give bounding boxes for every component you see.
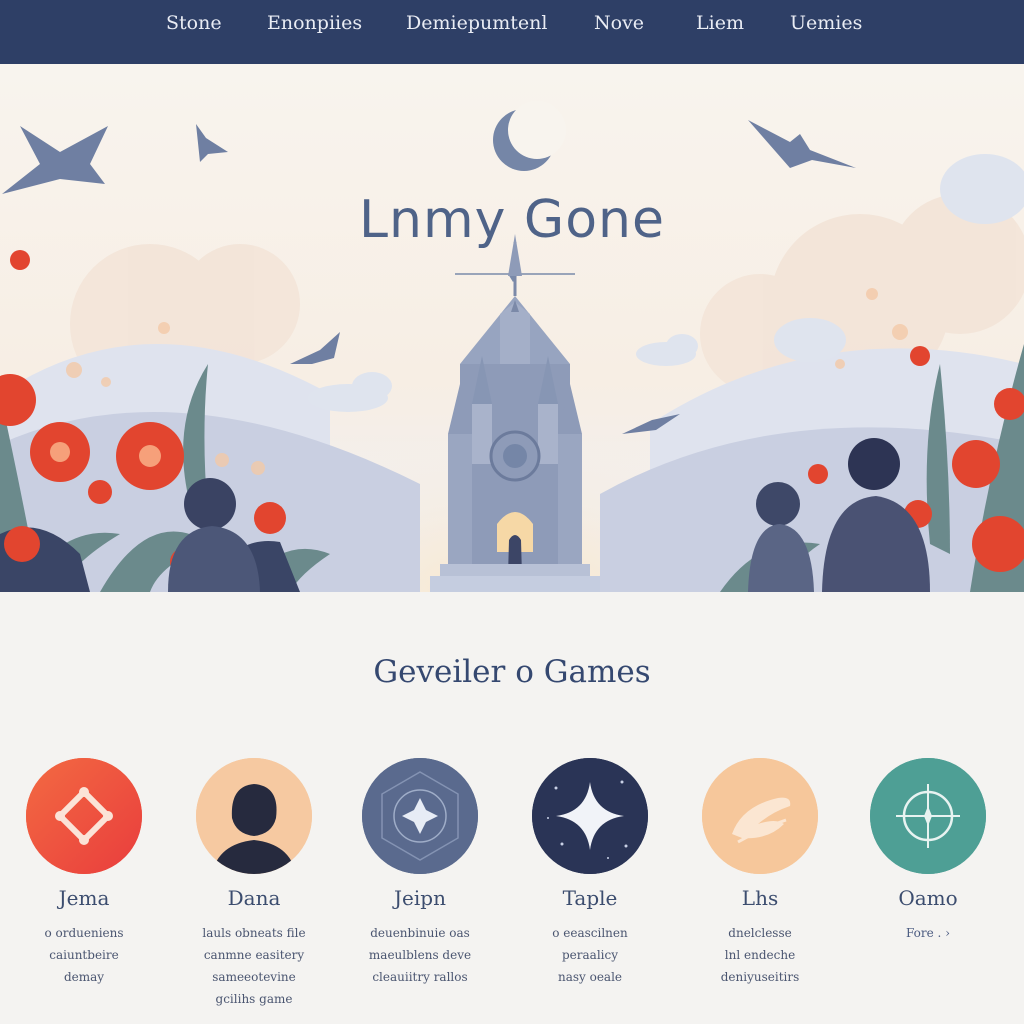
game-avatar <box>870 758 986 874</box>
chevron-right-icon[interactable]: › <box>945 926 950 940</box>
game-avatar <box>196 758 312 874</box>
more-link[interactable]: Fore . <box>906 926 941 940</box>
game-avatar <box>26 758 142 874</box>
section-title: Geveiler o Games <box>373 654 651 690</box>
game-card-jema[interactable]: Jema o ordueniens caiuntbeire demay <box>0 758 168 1018</box>
compass-crosshair-icon <box>870 758 986 874</box>
game-card-taple[interactable]: Taple o eeascilnen peraalicy nasy oeale <box>504 758 674 1018</box>
game-name: Jema <box>58 886 110 910</box>
top-navigation-bar: Stone Enonpiies Demiepumtenl Nove Liem U… <box>0 0 1024 64</box>
diamond-emblem-icon <box>26 758 142 874</box>
game-description: o ordueniens caiuntbeire demay <box>44 926 124 984</box>
game-avatar <box>362 758 478 874</box>
nav-item-uemies[interactable]: Uemies <box>790 10 862 36</box>
nav-item-liem[interactable]: Liem <box>696 10 744 36</box>
feather-wing-icon <box>702 758 818 874</box>
star-crystal-icon <box>362 758 478 874</box>
game-name: Taple <box>562 886 618 910</box>
nav-item-nove[interactable]: Nove <box>594 10 644 36</box>
game-description: Fore . › <box>842 922 1014 944</box>
hero-banner: Lnmy Gone <box>0 64 1024 592</box>
nav-item-demiepumtenl[interactable]: Demiepumtenl <box>406 10 547 36</box>
game-card-lhs[interactable]: Lhs dnelclesse lnl endeche deniyuseitirs <box>674 758 844 1018</box>
game-avatar <box>702 758 818 874</box>
game-card-jeipn[interactable]: Jeipn deuenbinuie oas maeulblens deve cl… <box>334 758 504 1018</box>
game-card-oamo[interactable]: Oamo Fore . › <box>842 758 1012 1018</box>
game-description: dnelclesse lnl endeche deniyuseitirs <box>720 926 800 984</box>
game-description: lauls obneats file canmne easitery samee… <box>202 926 306 1006</box>
game-name: Lhs <box>741 886 779 910</box>
game-name: Dana <box>227 886 281 910</box>
nav-item-stone[interactable]: Stone <box>166 10 222 36</box>
game-description: deuenbinuie oas maeulblens deve cleauiit… <box>368 926 472 984</box>
game-card-dana[interactable]: Dana lauls obneats file canmne easitery … <box>168 758 338 1018</box>
person-silhouette-icon <box>196 758 312 874</box>
hero-illustration <box>0 64 1024 592</box>
game-name: Oamo <box>898 886 958 910</box>
hero-title: Lnmy Gone <box>359 190 665 250</box>
sparkle-star-icon <box>532 758 648 874</box>
game-name: Jeipn <box>394 886 446 910</box>
game-avatar <box>532 758 648 874</box>
nav-item-enonpiies[interactable]: Enonpiies <box>267 10 362 36</box>
game-description: o eeascilnen peraalicy nasy oeale <box>552 926 628 984</box>
